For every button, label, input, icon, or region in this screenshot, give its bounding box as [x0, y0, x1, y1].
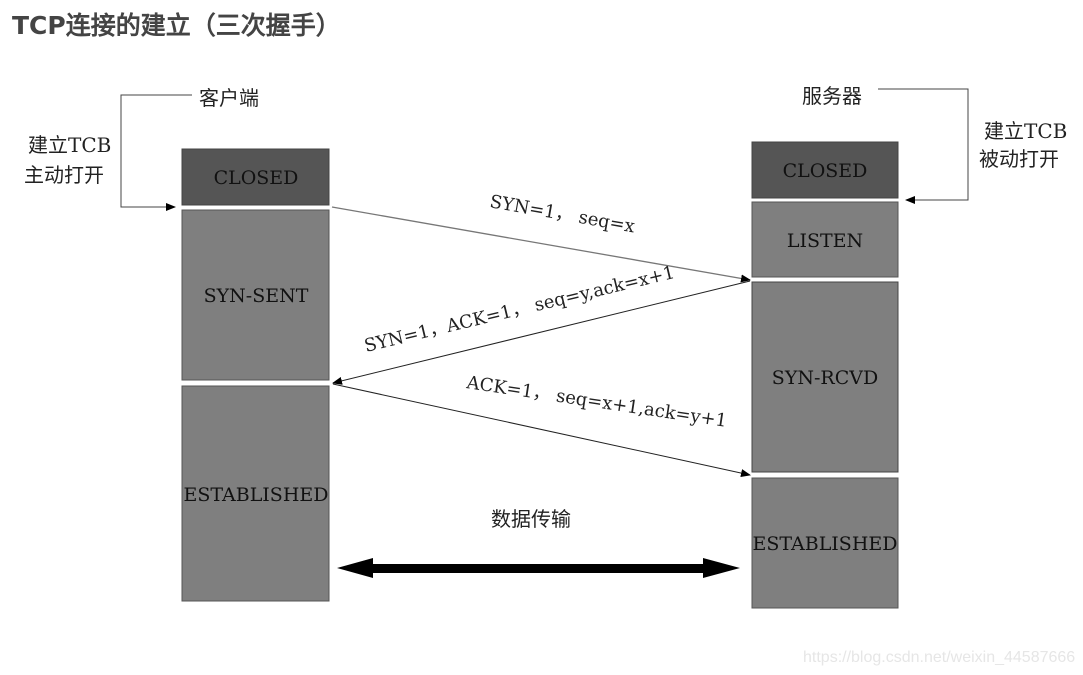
watermark: https://blog.csdn.net/weixin_44587666	[803, 649, 1075, 666]
client-column: CLOSED SYN-SENT ESTABLISHED 客户端 建立TCB 主动…	[24, 86, 330, 602]
server-label: 服务器	[802, 84, 862, 108]
client-state-established-label: ESTABLISHED	[183, 484, 328, 506]
message-label-syn: SYN=1， seq=x	[488, 191, 636, 237]
tcp-handshake-diagram: CLOSED SYN-SENT ESTABLISHED 客户端 建立TCB 主动…	[24, 84, 1075, 666]
server-open-note-line2: 被动打开	[979, 147, 1059, 171]
message-label-syn-ack: SYN=1，ACK=1， seq=y,ack=x+1	[362, 262, 677, 357]
handshake-messages: SYN=1， seq=x SYN=1，ACK=1， seq=y,ack=x+1 …	[331, 191, 751, 477]
client-open-note-line2: 主动打开	[24, 163, 104, 187]
client-label: 客户端	[199, 86, 259, 110]
server-state-syn-rcvd-label: SYN-RCVD	[772, 367, 878, 389]
data-transfer-label: 数据传输	[491, 507, 571, 531]
data-transfer: 数据传输	[337, 507, 740, 578]
client-state-syn-sent-label: SYN-SENT	[204, 285, 309, 307]
server-state-listen-label: LISTEN	[787, 230, 863, 252]
data-transfer-double-arrow	[337, 558, 740, 578]
client-open-note-line1: 建立TCB	[28, 133, 111, 157]
server-open-note-line1: 建立TCB	[984, 119, 1067, 143]
client-state-closed-label: CLOSED	[214, 167, 299, 189]
server-state-established-label: ESTABLISHED	[752, 533, 897, 555]
server-column: CLOSED LISTEN SYN-RCVD ESTABLISHED 服务器 建…	[751, 84, 1067, 609]
server-state-closed-label: CLOSED	[783, 160, 868, 182]
message-label-ack: ACK=1， seq=x+1,ack=y+1	[464, 372, 728, 432]
client-open-connector	[120, 94, 192, 211]
